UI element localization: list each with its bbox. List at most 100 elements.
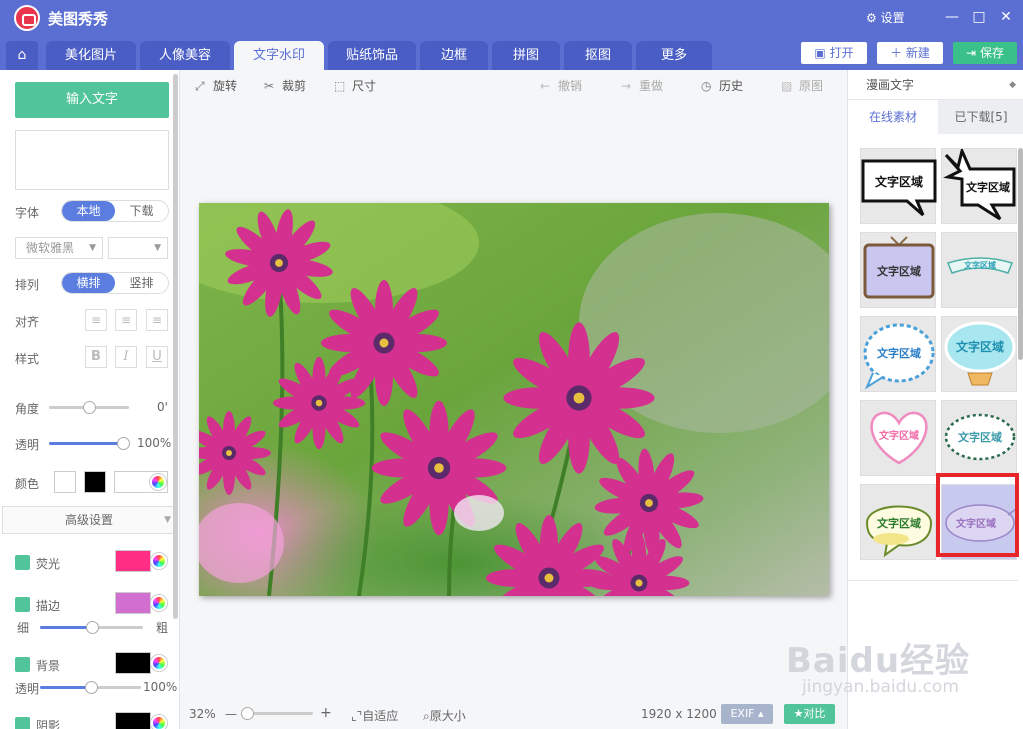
shadow-checkbox[interactable]	[15, 717, 30, 729]
zoom-slider[interactable]	[240, 707, 313, 720]
align-right-icon[interactable]: ≡	[146, 309, 168, 331]
tab-portrait[interactable]: 人像美容	[140, 41, 230, 70]
photo-preview[interactable]	[199, 203, 829, 596]
material-tile-heart-pink[interactable]: 文字区域	[860, 400, 936, 476]
color-swatch-white[interactable]	[54, 471, 76, 493]
magnifier-icon: ⌕	[423, 709, 430, 723]
bg-opacity-slider-knob[interactable]	[84, 681, 98, 694]
home-icon: ⌂	[17, 47, 27, 63]
close-button[interactable]: ✕	[994, 6, 1018, 28]
save-label: 保存	[979, 46, 1004, 60]
stroke-color-swatch[interactable]	[115, 592, 151, 614]
font-size-select[interactable]: ▼	[108, 237, 168, 259]
input-text-button[interactable]: 输入文字	[15, 82, 169, 118]
opacity-value: 100%	[137, 436, 172, 450]
material-tile-hanging-sign[interactable]: 文字区域	[860, 232, 936, 308]
shadow-color-picker-icon[interactable]	[151, 715, 167, 729]
tab-downloaded[interactable]: 已下载[5]	[938, 100, 1023, 134]
angle-slider-knob[interactable]	[83, 401, 96, 414]
material-tile-ribbon[interactable]: 文字区域	[941, 232, 1017, 308]
color-picker-icon[interactable]	[150, 474, 166, 490]
material-tile-yellow-green[interactable]: 文字区域	[860, 484, 936, 560]
settings-button[interactable]: ⚙ 设置	[866, 9, 905, 26]
tab-collage[interactable]: 拼图	[492, 41, 560, 70]
opacity-slider-knob[interactable]	[117, 437, 130, 450]
tab-cutout[interactable]: 抠图	[564, 41, 632, 70]
fit-button[interactable]: ⌞⌝自适应	[351, 707, 398, 724]
image-dimensions: 1920 x 1200	[641, 707, 717, 721]
shadow-color-swatch[interactable]	[115, 712, 151, 729]
material-tile-scalloped-blue[interactable]: 文字区域	[860, 316, 936, 392]
material-tile-speech-rect[interactable]: 文字区域	[860, 148, 937, 224]
minimize-button[interactable]: —	[940, 6, 964, 28]
background-color-swatch[interactable]	[115, 652, 151, 674]
tab-more[interactable]: 更多	[636, 41, 712, 70]
watermark-brand: Baidu经验	[786, 641, 971, 681]
background-checkbox[interactable]	[15, 657, 30, 672]
save-button[interactable]: ⇥ 保存	[953, 42, 1017, 64]
stroke-checkbox[interactable]	[15, 597, 30, 612]
speech-bubble-icon: 文字区域	[861, 159, 937, 217]
bold-button[interactable]: B	[85, 346, 107, 368]
maximize-button[interactable]: □	[967, 6, 991, 28]
font-family-select[interactable]: 微软雅黑 ▼	[15, 237, 103, 259]
original-button[interactable]: ▧ 原图	[781, 77, 823, 94]
tab-stickers[interactable]: 贴纸饰品	[328, 41, 416, 70]
tab-beautify[interactable]: 美化图片	[46, 41, 136, 70]
crop-button[interactable]: ✂ 裁剪	[264, 77, 306, 94]
history-button[interactable]: ◷ 历史	[701, 77, 743, 94]
tab-online-materials[interactable]: 在线素材	[848, 100, 938, 134]
image-canvas[interactable]	[181, 100, 846, 700]
arrange-vertical[interactable]: 竖排	[115, 273, 168, 293]
italic-button[interactable]: I	[115, 346, 137, 368]
tile-text: 文字区域	[966, 180, 1010, 194]
dotted-oval-icon: 文字区域	[944, 413, 1016, 461]
zoom-slider-knob[interactable]	[240, 707, 254, 720]
align-left-icon[interactable]: ≡	[85, 309, 107, 331]
background-color-picker-icon[interactable]	[151, 655, 167, 671]
text-settings-panel: 输入文字 字体 本地 下载 微软雅黑 ▼ ▼ 排列 横排 竖排 对齐 ≡ ≡ ≡…	[0, 70, 180, 729]
material-tile-dotted-green[interactable]: 文字区域	[941, 400, 1017, 476]
tab-frames[interactable]: 边框	[420, 41, 488, 70]
underline-button[interactable]: U	[146, 346, 168, 368]
redo-button[interactable]: → 重做	[621, 77, 663, 94]
glow-color-swatch[interactable]	[115, 550, 151, 572]
zoom-out-button[interactable]: —	[225, 707, 237, 721]
material-tile-burst[interactable]: 文字区域	[941, 148, 1017, 224]
new-button[interactable]: ＋ 新建	[877, 42, 943, 64]
undo-button[interactable]: ← 撤销	[540, 77, 582, 94]
actual-size-button[interactable]: ⌕原大小	[423, 707, 466, 724]
exif-button[interactable]: EXIF ▴	[721, 704, 773, 724]
font-source-local[interactable]: 本地	[62, 201, 115, 221]
material-tile-cloud-cyan[interactable]: 文字区域	[941, 316, 1017, 392]
new-label: 新建	[905, 46, 930, 60]
text-input-area[interactable]	[15, 130, 169, 190]
bg-opacity-slider[interactable]	[40, 681, 141, 694]
advanced-settings-toggle[interactable]: 高级设置 ▼	[2, 506, 176, 534]
color-swatch-black[interactable]	[84, 471, 106, 493]
opacity-slider[interactable]	[49, 437, 130, 450]
angle-slider[interactable]	[49, 401, 129, 414]
stroke-slider-knob[interactable]	[85, 621, 99, 634]
selected-tile-highlight	[936, 473, 1019, 557]
font-source-download[interactable]: 下载	[115, 201, 168, 221]
align-center-icon[interactable]: ≡	[115, 309, 137, 331]
tab-text-watermark[interactable]: 文字水印	[234, 41, 324, 70]
left-panel-scrollbar[interactable]	[173, 74, 178, 619]
home-tab[interactable]: ⌂	[6, 41, 38, 70]
open-button[interactable]: ▣ 打开	[801, 42, 867, 64]
rotate-button[interactable]: ⤢ 旋转	[195, 77, 237, 94]
stroke-width-slider[interactable]	[40, 621, 143, 634]
bg-opacity-label: 透明	[15, 682, 40, 696]
chevron-down-icon: ▼	[89, 243, 96, 253]
zoom-in-button[interactable]: +	[320, 705, 332, 721]
material-grid-scrollbar[interactable]	[1018, 148, 1023, 360]
stroke-color-picker-icon[interactable]	[151, 595, 167, 611]
glow-color-picker-icon[interactable]	[151, 553, 167, 569]
category-select[interactable]: 漫画文字 ◆	[848, 70, 1023, 100]
size-button[interactable]: ⬚ 尺寸	[334, 77, 376, 94]
resize-icon: ⬚	[334, 79, 346, 93]
glow-checkbox[interactable]	[15, 555, 30, 570]
arrange-horizontal[interactable]: 横排	[62, 273, 115, 293]
compare-button[interactable]: ★对比	[784, 704, 835, 724]
